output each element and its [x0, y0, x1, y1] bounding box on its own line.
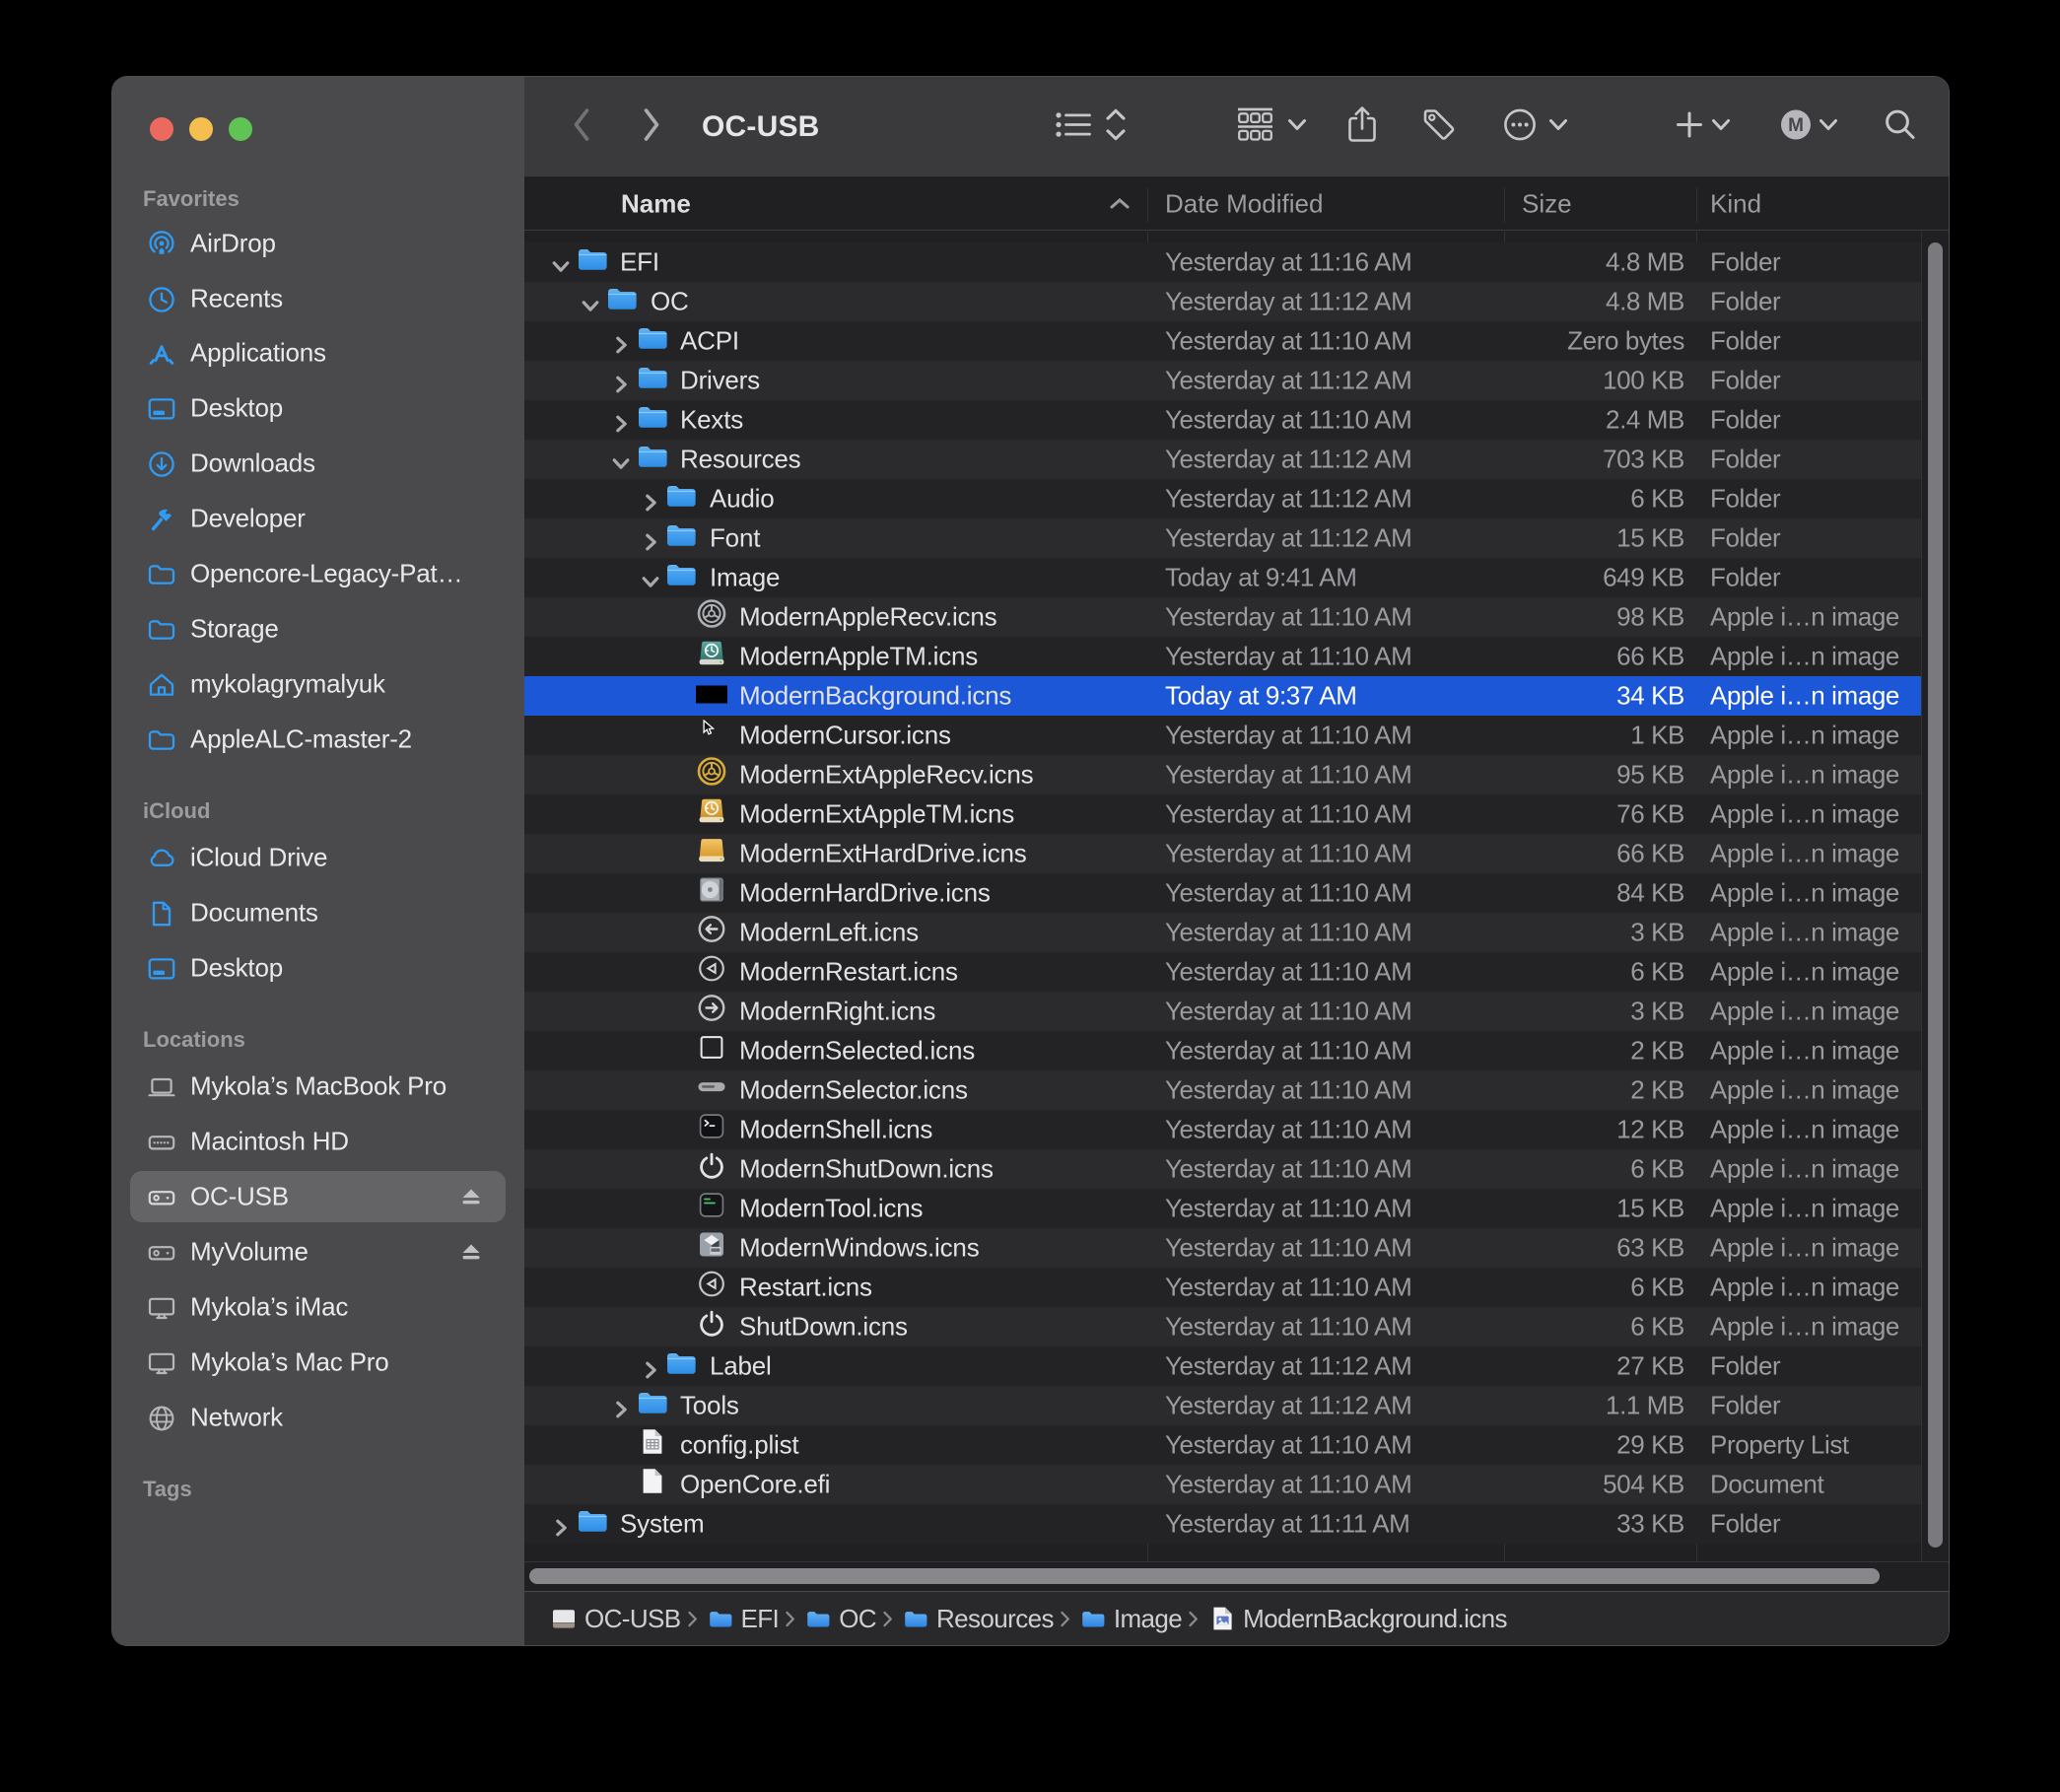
svg-text:M: M — [1788, 115, 1804, 136]
